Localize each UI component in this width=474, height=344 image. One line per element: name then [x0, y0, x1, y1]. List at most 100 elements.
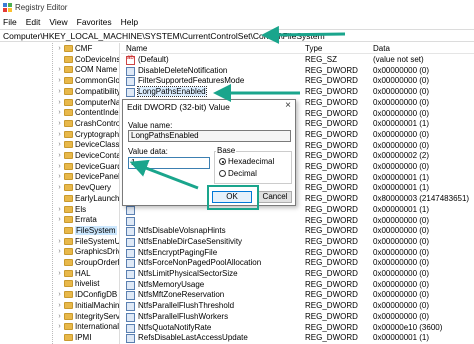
- chevron-right-icon[interactable]: ›: [56, 99, 63, 106]
- menu-edit[interactable]: Edit: [26, 17, 41, 27]
- address-path[interactable]: Computer\HKEY_LOCAL_MACHINE\SYSTEM\Curre…: [3, 31, 325, 41]
- tree-item-label: Compatibility: [75, 86, 120, 96]
- chevron-right-icon[interactable]: ›: [56, 184, 63, 191]
- tree-item[interactable]: hivelist: [56, 278, 99, 289]
- value-type: REG_DWORD: [305, 226, 358, 236]
- chevron-right-icon[interactable]: ›: [56, 109, 63, 116]
- chevron-right-icon[interactable]: ›: [56, 291, 63, 298]
- folder-icon: [64, 45, 73, 52]
- registry-tree[interactable]: ›CMFCoDeviceInsta›COM Name A›CommonGlob›…: [0, 43, 120, 344]
- tree-item-label: HAL: [75, 268, 91, 278]
- chevron-right-icon[interactable]: ›: [56, 131, 63, 138]
- decimal-radio[interactable]: Decimal: [219, 169, 257, 178]
- chevron-right-icon[interactable]: ›: [56, 216, 63, 223]
- tree-item[interactable]: › DeviceClasses: [56, 139, 119, 150]
- value-data: 0x00000000 (0): [373, 247, 430, 257]
- chevron-right-icon[interactable]: ›: [56, 248, 63, 255]
- folder-icon: [64, 280, 73, 288]
- menu-favorites[interactable]: Favorites: [77, 17, 112, 27]
- tree-item[interactable]: › IDConfigDB: [56, 289, 117, 300]
- value-row[interactable]: (Default) REG_SZ (value not set): [121, 55, 474, 66]
- value-row[interactable]: LongPathsEnabled REG_DWORD 0x00000000 (0): [121, 86, 474, 98]
- folder-icon: [64, 130, 73, 138]
- value-name: LongPathsEnabled: [137, 86, 207, 98]
- chevron-right-icon[interactable]: ›: [56, 141, 63, 148]
- value-row[interactable]: FilterSupportedFeaturesMode REG_DWORD 0x00…: [121, 76, 474, 87]
- chevron-right-icon[interactable]: ›: [56, 313, 63, 320]
- value-type: REG_DWORD: [305, 333, 358, 343]
- chevron-right-icon[interactable]: ›: [56, 152, 63, 159]
- chevron-right-icon[interactable]: ›: [56, 77, 63, 84]
- tree-item[interactable]: › InitialMachine: [56, 300, 119, 311]
- value-row[interactable]: REG_DWORD 0x00000000 (0): [121, 216, 474, 227]
- value-row[interactable]: NtfsParallelFlushThreshold REG_DWORD 0x000…: [121, 301, 474, 312]
- chevron-right-icon[interactable]: ›: [56, 238, 63, 245]
- tree-item[interactable]: › Compatibility: [56, 86, 120, 97]
- chevron-right-icon[interactable]: ›: [56, 323, 63, 330]
- tree-item[interactable]: › International: [56, 321, 119, 332]
- tree-item[interactable]: › DeviceGuard: [56, 161, 119, 172]
- chevron-right-icon[interactable]: ›: [56, 66, 63, 73]
- tree-item[interactable]: › IntegrityServic: [56, 311, 119, 322]
- tree-item[interactable]: › Cryptography: [56, 129, 119, 140]
- column-name-header[interactable]: Name: [126, 44, 147, 53]
- value-data-field[interactable]: 1: [128, 157, 210, 169]
- value-row[interactable]: DisableDeleteNotification REG_DWORD 0x0000…: [121, 66, 474, 77]
- menu-file[interactable]: File: [3, 17, 17, 27]
- chevron-right-icon[interactable]: ›: [56, 120, 63, 127]
- tree-item[interactable]: › FileSystemUtil: [56, 236, 119, 247]
- tree-item[interactable]: › GraphicsDriver: [56, 246, 119, 257]
- tree-item-label: Errata: [75, 215, 97, 225]
- tree-item-label: hivelist: [75, 279, 100, 289]
- tree-item[interactable]: › CMF: [56, 43, 92, 54]
- chevron-right-icon[interactable]: ›: [56, 88, 63, 95]
- menu-view[interactable]: View: [49, 17, 67, 27]
- address-bar[interactable]: Computer\HKEY_LOCAL_MACHINE\SYSTEM\Curre…: [0, 29, 474, 42]
- hexadecimal-radio[interactable]: Hexadecimal: [219, 157, 274, 166]
- value-row[interactable]: NtfsEnableDirCaseSensitivity REG_DWORD 0x0…: [121, 237, 474, 248]
- value-data: 0x00000001 (1): [373, 204, 430, 214]
- tree-item[interactable]: IPMI: [56, 332, 91, 343]
- value-row[interactable]: NtfsMftZoneReservation REG_DWORD 0x0000000…: [121, 290, 474, 301]
- chevron-right-icon[interactable]: ›: [56, 270, 63, 277]
- tree-item[interactable]: › ContentIndex: [56, 107, 119, 118]
- tree-item[interactable]: › HAL: [56, 268, 91, 279]
- tree-item[interactable]: GroupOrderLi: [56, 257, 119, 268]
- tree-item[interactable]: › DevicePanels: [56, 171, 120, 182]
- tree-item[interactable]: › DeviceContair: [56, 150, 119, 161]
- value-row[interactable]: NtfsMemoryUsage REG_DWORD 0x00000000 (0): [121, 280, 474, 291]
- tree-item[interactable]: › DevQuery: [56, 182, 111, 193]
- tree-item[interactable]: › ComputerNan: [56, 97, 119, 108]
- tree-item[interactable]: FileSystem: [56, 225, 117, 236]
- tree-item[interactable]: › CrashControl: [56, 118, 119, 129]
- value-row[interactable]: RefsDisableLastAccessUpdate REG_DWORD 0x00…: [121, 333, 474, 344]
- value-row[interactable]: NtfsLimitPhysicalSectorSize REG_DWORD 0x00…: [121, 269, 474, 280]
- tree-item-label: DevicePanels: [75, 172, 120, 182]
- chevron-right-icon[interactable]: ›: [56, 163, 63, 170]
- menu-help[interactable]: Help: [121, 17, 138, 27]
- value-row[interactable]: NtfsForceNonPagedPoolAllocation REG_DWORD…: [121, 258, 474, 269]
- tree-item[interactable]: › COM Name A: [56, 64, 119, 75]
- chevron-right-icon[interactable]: ›: [56, 206, 63, 213]
- value-name-field[interactable]: LongPathsEnabled: [128, 130, 291, 142]
- folder-icon: [64, 87, 73, 95]
- tree-item[interactable]: › Errata: [56, 214, 97, 225]
- value-name: NtfsParallelFlushWorkers: [138, 311, 229, 321]
- chevron-right-icon[interactable]: ›: [56, 173, 63, 180]
- tree-item[interactable]: › Els: [56, 204, 86, 215]
- value-row[interactable]: NtfsEncryptPagingFile REG_DWORD 0x00000000…: [121, 248, 474, 259]
- chevron-right-icon[interactable]: ›: [56, 302, 63, 309]
- cancel-button[interactable]: Cancel: [258, 191, 292, 203]
- tree-item[interactable]: EarlyLaunch: [56, 193, 119, 204]
- value-row[interactable]: NtfsDisableVolsnapHints REG_DWORD 0x000000…: [121, 226, 474, 237]
- close-icon[interactable]: ×: [285, 100, 291, 111]
- chevron-right-icon[interactable]: ›: [56, 45, 63, 52]
- value-row[interactable]: NtfsParallelFlushWorkers REG_DWORD 0x00000…: [121, 312, 474, 323]
- value-row[interactable]: REG_DWORD 0x00000001 (1): [121, 205, 474, 216]
- column-data-header[interactable]: Data: [373, 44, 390, 53]
- dword-value-icon: [126, 227, 135, 237]
- tree-item[interactable]: CoDeviceInsta: [56, 54, 119, 65]
- column-type-header[interactable]: Type: [305, 44, 322, 53]
- tree-item[interactable]: › CommonGlob: [56, 75, 119, 86]
- value-row[interactable]: NtfsQuotaNotifyRate REG_DWORD 0x00000e10 (…: [121, 323, 474, 334]
